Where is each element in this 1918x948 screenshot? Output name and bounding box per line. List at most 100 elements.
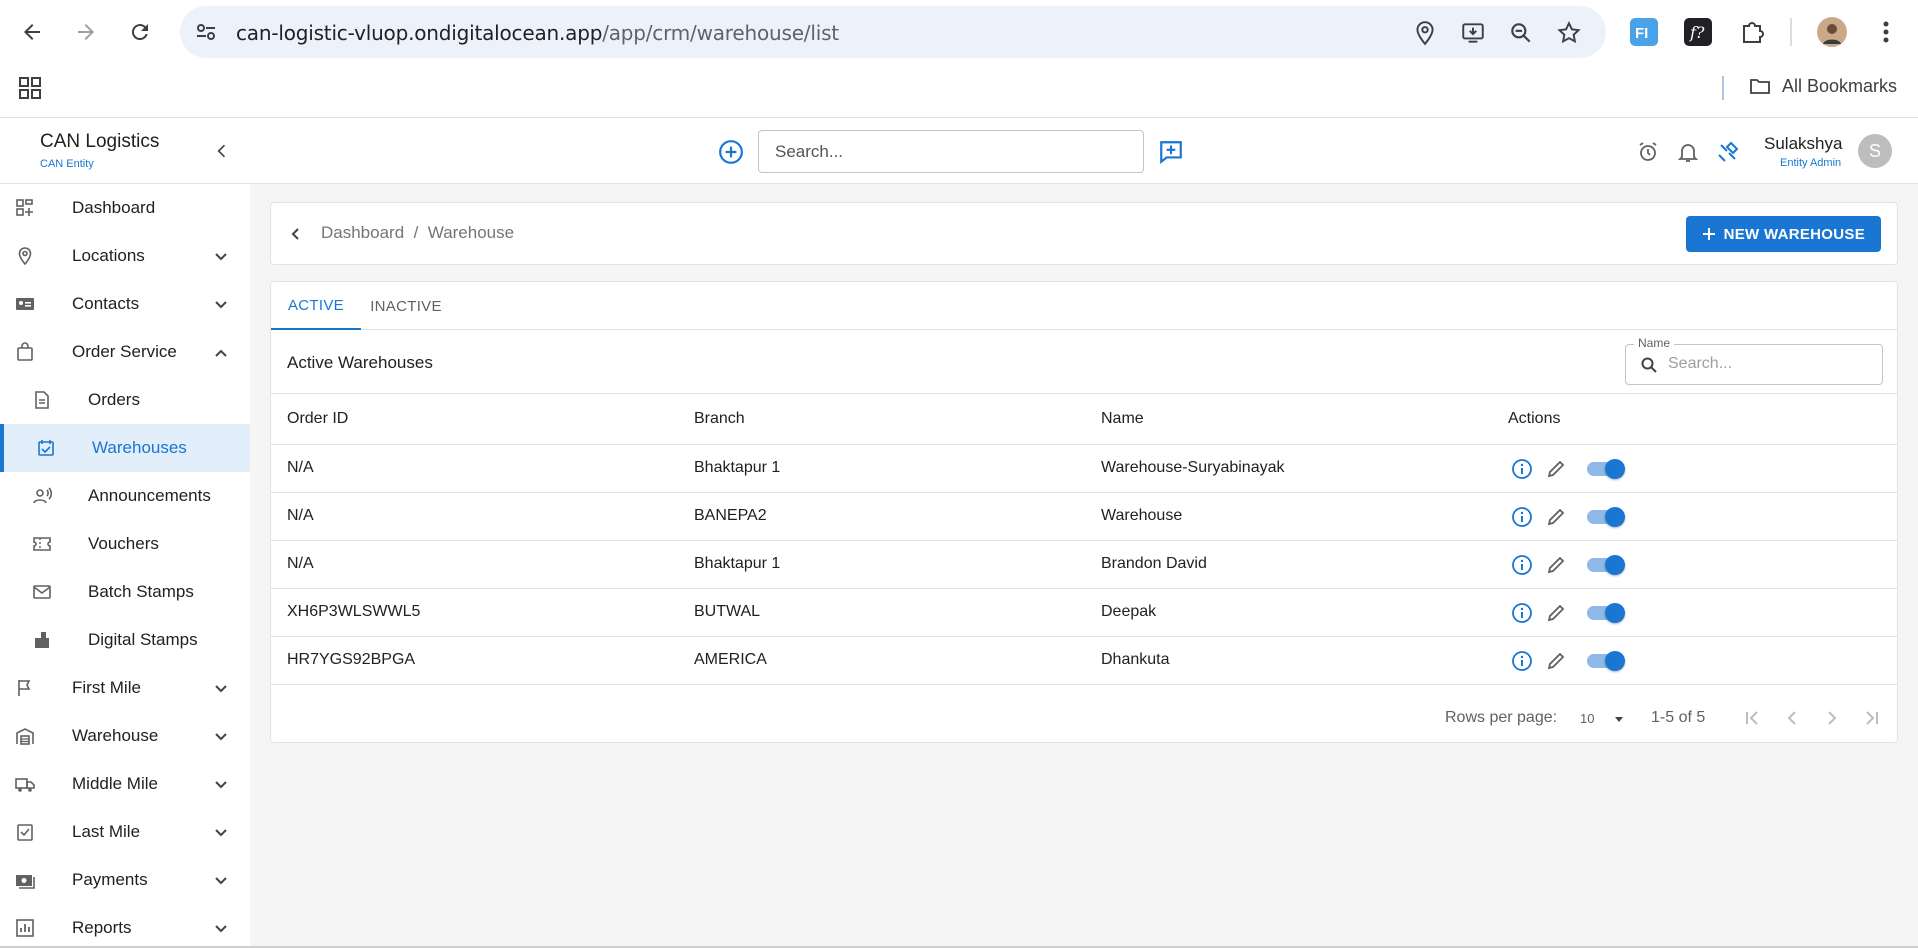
edit-pencil-icon[interactable] xyxy=(1545,602,1567,624)
column-header-name[interactable]: Name xyxy=(1101,410,1144,428)
column-header-order-id[interactable]: Order ID xyxy=(287,410,348,428)
next-page-icon[interactable] xyxy=(1821,707,1843,729)
sidebar-item-locations[interactable]: Locations xyxy=(0,232,250,280)
back-chevron-icon[interactable] xyxy=(287,225,305,243)
sidebar-item-vouchers[interactable]: Vouchers xyxy=(0,520,250,568)
toolbar-divider xyxy=(1790,18,1792,46)
extensions-puzzle-icon[interactable] xyxy=(1736,16,1768,48)
notification-bell-icon[interactable] xyxy=(1676,140,1700,164)
collapse-sidebar-icon[interactable] xyxy=(212,141,232,161)
dashboard-icon xyxy=(16,199,33,216)
enabled-toggle[interactable] xyxy=(1587,603,1625,623)
first-page-icon[interactable] xyxy=(1741,707,1763,729)
mail-icon xyxy=(33,585,51,599)
sidebar-item-reports[interactable]: Reports xyxy=(0,904,250,946)
warehouse-check-icon xyxy=(38,440,54,456)
sidebar-item-middle-mile[interactable]: Middle Mile xyxy=(0,760,250,808)
column-header-actions: Actions xyxy=(1508,410,1561,427)
sidebar-item-label: Reports xyxy=(72,918,132,937)
sidebar-item-last-mile[interactable]: Last Mile xyxy=(0,808,250,856)
forward-button[interactable] xyxy=(66,12,106,52)
chevron-down-icon xyxy=(215,925,227,933)
cell-name: Brandon David xyxy=(1101,555,1207,572)
enabled-toggle[interactable] xyxy=(1587,507,1625,527)
app-header: CAN Logistics CAN Entity Search... Sulak… xyxy=(0,119,1918,184)
sidebar-item-digital-stamps[interactable]: Digital Stamps xyxy=(0,616,250,664)
sidebar-item-first-mile[interactable]: First Mile xyxy=(0,664,250,712)
column-header-branch[interactable]: Branch xyxy=(694,410,745,428)
toggle-thumb xyxy=(1605,603,1625,623)
chevron-down-icon xyxy=(215,685,227,693)
payments-icon xyxy=(16,875,35,889)
alarm-icon[interactable] xyxy=(1636,140,1660,164)
edit-pencil-icon[interactable] xyxy=(1545,554,1567,576)
caret-down-icon[interactable] xyxy=(1613,713,1625,725)
edit-pencil-icon[interactable] xyxy=(1545,506,1567,528)
info-icon[interactable] xyxy=(1511,602,1533,624)
extension-fi-icon[interactable]: FI xyxy=(1628,16,1660,48)
reload-button[interactable] xyxy=(120,12,160,52)
info-icon[interactable] xyxy=(1511,554,1533,576)
new-warehouse-button[interactable]: NEW WAREHOUSE xyxy=(1685,216,1881,252)
address-bar[interactable]: can-logistic-vluop.ondigitalocean.app/ap… xyxy=(180,6,1606,58)
all-bookmarks-label: All Bookmarks xyxy=(1782,75,1898,96)
bookmark-star-icon[interactable] xyxy=(1556,20,1582,46)
pin-connect-icon[interactable] xyxy=(1716,140,1740,164)
cell-name: Dhankuta xyxy=(1101,651,1170,668)
reload-icon xyxy=(131,24,148,41)
info-icon[interactable] xyxy=(1511,458,1533,480)
apps-grid-icon[interactable] xyxy=(18,76,42,100)
sidebar-item-label: Locations xyxy=(72,246,145,265)
info-icon[interactable] xyxy=(1511,650,1533,672)
sidebar-item-warehouse[interactable]: Warehouse xyxy=(0,712,250,760)
arrow-left-icon xyxy=(24,24,40,40)
last-page-icon[interactable] xyxy=(1861,707,1883,729)
enabled-toggle[interactable] xyxy=(1587,555,1625,575)
location-icon[interactable] xyxy=(1412,20,1438,46)
previous-page-icon[interactable] xyxy=(1781,707,1803,729)
cell-name: Warehouse xyxy=(1101,507,1183,524)
add-circle-icon[interactable] xyxy=(718,139,744,165)
sidebar-item-batch-stamps[interactable]: Batch Stamps xyxy=(0,568,250,616)
sidebar-item-label: Announcements xyxy=(88,486,211,505)
sidebar-item-dashboard[interactable]: Dashboard xyxy=(0,184,250,232)
sidebar-item-payments[interactable]: Payments xyxy=(0,856,250,904)
tab-active[interactable]: ACTIVE xyxy=(271,282,361,330)
zoom-out-icon[interactable] xyxy=(1508,20,1534,46)
contact-card-icon xyxy=(16,298,34,310)
chevron-down-icon xyxy=(215,829,227,837)
chevron-up-icon xyxy=(215,349,227,357)
avatar[interactable]: S xyxy=(1858,134,1892,168)
enabled-toggle[interactable] xyxy=(1587,651,1625,671)
sidebar-item-label: Batch Stamps xyxy=(88,582,194,601)
cell-order-id: N/A xyxy=(287,555,314,572)
arrow-right-icon xyxy=(78,24,94,40)
name-search-input[interactable]: Name Search... xyxy=(1625,336,1883,385)
sidebar-item-label: Payments xyxy=(72,870,148,889)
install-app-icon[interactable] xyxy=(1460,20,1486,46)
info-icon[interactable] xyxy=(1511,506,1533,528)
tab-inactive[interactable]: INACTIVE xyxy=(361,282,451,330)
sidebar-item-warehouses[interactable]: Warehouses xyxy=(0,424,250,472)
extension-formula-icon[interactable]: f? xyxy=(1682,16,1714,48)
sidebar-item-label: Vouchers xyxy=(88,534,159,553)
all-bookmarks-button[interactable]: All Bookmarks xyxy=(1748,74,1897,98)
shopping-bag-icon xyxy=(17,342,33,361)
sidebar-item-orders[interactable]: Orders xyxy=(0,376,250,424)
sidebar-item-contacts[interactable]: Contacts xyxy=(0,280,250,328)
add-message-icon[interactable] xyxy=(1158,139,1184,165)
sidebar-item-announcements[interactable]: Announcements xyxy=(0,472,250,520)
back-button[interactable] xyxy=(12,12,52,52)
profile-avatar-icon[interactable] xyxy=(1816,16,1848,48)
site-settings-icon[interactable] xyxy=(194,20,218,44)
enabled-toggle[interactable] xyxy=(1587,459,1625,479)
rows-per-page-select[interactable]: 10 xyxy=(1580,711,1594,726)
svg-text:FI: FI xyxy=(1635,25,1648,42)
browser-menu-icon[interactable] xyxy=(1870,16,1902,48)
global-search-input[interactable]: Search... xyxy=(758,130,1144,173)
table-row: N/A Bhaktapur 1 Brandon David xyxy=(271,541,1897,589)
sidebar-item-order-service[interactable]: Order Service xyxy=(0,328,250,376)
user-name[interactable]: Sulakshya xyxy=(1764,134,1842,154)
edit-pencil-icon[interactable] xyxy=(1545,458,1567,480)
edit-pencil-icon[interactable] xyxy=(1545,650,1567,672)
